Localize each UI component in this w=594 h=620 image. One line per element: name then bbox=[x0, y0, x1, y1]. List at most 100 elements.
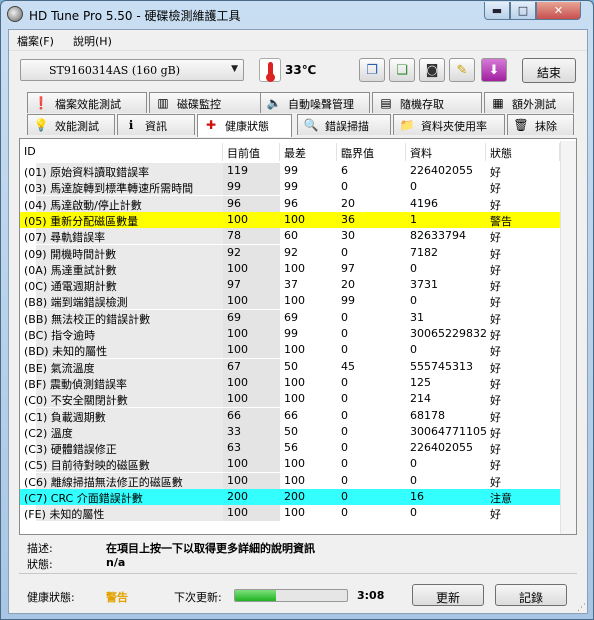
cell-id: (0C) 通電週期計數 bbox=[24, 280, 117, 294]
screenshot-camera-icon: ◙ bbox=[425, 62, 439, 78]
table-row[interactable]: (FE) 未知的屬性 100 100 0 0 好 bbox=[20, 505, 560, 522]
cell-id: (07) 尋軌錯誤率 bbox=[24, 231, 106, 245]
cell-status: 好 bbox=[490, 231, 501, 245]
col-header-data[interactable]: 資料 bbox=[406, 143, 486, 161]
col-header-id[interactable]: ID bbox=[20, 143, 223, 161]
col-header-current[interactable]: 目前值 bbox=[223, 143, 280, 161]
cell-id: (C0) 不安全關閉計數 bbox=[24, 394, 128, 408]
cell-status: 好 bbox=[490, 182, 501, 196]
table-row[interactable]: (C2) 溫度 33 50 0 30064771105 好 bbox=[20, 423, 560, 440]
cell-id: (C7) CRC 介面錯誤計數 bbox=[24, 492, 143, 505]
tab-erase[interactable]: 🗑 抹除 bbox=[507, 114, 574, 135]
tab-info[interactable]: ℹ 資訊 bbox=[117, 114, 195, 135]
tab-extra-tests[interactable]: ▦ 額外測試 bbox=[484, 92, 574, 113]
cell-data: 555745313 bbox=[410, 359, 473, 373]
cell-status: 好 bbox=[490, 377, 501, 391]
tab-aam[interactable]: 🔈 自動噪聲管理 bbox=[260, 92, 370, 113]
tab-folder-usage[interactable]: 📁 資料夾使用率 bbox=[393, 114, 505, 135]
cell-current: 78 bbox=[227, 229, 241, 243]
tab-benchmark[interactable]: 💡 效能測試 bbox=[27, 114, 115, 135]
table-row[interactable]: (0C) 通電週期計數 97 37 20 3731 好 bbox=[20, 277, 560, 294]
cell-threshold: 0 bbox=[341, 424, 348, 438]
table-row[interactable]: (C7) CRC 介面錯誤計數 200 200 0 16 注意 bbox=[20, 489, 560, 505]
table-row[interactable]: (05) 重新分配磁區數量 100 100 36 1 警告 bbox=[20, 211, 560, 228]
toolbar: ST9160314AS (160 gB) ▼ 33℃ ❐ ❏ ◙ ✎ ⬇ 結束 bbox=[9, 52, 587, 90]
table-row[interactable]: (BE) 氣流溫度 67 50 45 555745313 好 bbox=[20, 358, 560, 375]
close-button[interactable]: ✕ bbox=[536, 2, 581, 20]
menu-file[interactable]: 檔案(F) bbox=[17, 33, 54, 49]
options-button[interactable]: ✎ bbox=[449, 58, 475, 82]
vertical-scrollbar[interactable] bbox=[560, 141, 576, 534]
table-row[interactable]: (C6) 離線掃描無法修正的磁區數 100 100 0 0 好 bbox=[20, 472, 560, 489]
cell-threshold: 20 bbox=[341, 278, 355, 292]
tab-health[interactable]: ✚ 健康狀態 bbox=[197, 114, 292, 137]
drive-select[interactable]: ST9160314AS (160 gB) ▼ bbox=[20, 59, 244, 81]
magnifier-icon: 🔍 bbox=[303, 118, 319, 132]
cell-current: 97 bbox=[227, 278, 241, 292]
cell-threshold: 0 bbox=[341, 473, 348, 487]
cell-id: (C2) 溫度 bbox=[24, 426, 73, 440]
cell-data: 125 bbox=[410, 375, 431, 389]
health-status-value: 警告 bbox=[106, 591, 128, 604]
chart-icon: ▦ bbox=[492, 96, 504, 110]
exit-button[interactable]: 結束 bbox=[522, 58, 576, 83]
table-row[interactable]: (01) 原始資料讀取錯誤率 119 99 6 226402055 好 bbox=[20, 163, 560, 179]
tab-strip: ❗ 檔案效能測試 ▥ 磁碟監控 🔈 自動噪聲管理 ▤ 隨機存取 ▦ 額外測試 💡 bbox=[9, 92, 587, 138]
cell-status: 注意 bbox=[490, 492, 512, 505]
health-status-label: 健康狀態: bbox=[27, 591, 75, 604]
copy-text-button[interactable]: ❐ bbox=[359, 58, 385, 82]
description-label: 描述: bbox=[27, 542, 53, 555]
cell-current: 67 bbox=[227, 359, 241, 373]
table-row[interactable]: (C5) 目前待對映的磁區數 100 100 0 0 好 bbox=[20, 456, 560, 473]
table-row[interactable]: (BB) 無法校正的錯誤計數 69 69 0 31 好 bbox=[20, 309, 560, 326]
cell-id: (01) 原始資料讀取錯誤率 bbox=[24, 166, 150, 179]
log-button[interactable]: 記錄 bbox=[495, 584, 567, 606]
table-row[interactable]: (BD) 未知的屬性 100 100 0 0 好 bbox=[20, 342, 560, 359]
download-button[interactable]: ⬇ bbox=[481, 58, 507, 82]
title-bar[interactable]: HD Tune Pro 5.50 - 硬碟檢測維護工具 ▬ □ ✕ bbox=[1, 1, 593, 28]
cell-threshold: 0 bbox=[341, 408, 348, 422]
table-row[interactable]: (BC) 指令逾時 100 99 0 30065229832 好 bbox=[20, 326, 560, 342]
menu-help[interactable]: 說明(H) bbox=[73, 33, 112, 49]
chevron-down-icon: ▼ bbox=[231, 64, 238, 74]
info-area: 描述: 在項目上按一下以取得更多詳細的說明資訊 狀態: n/a bbox=[19, 536, 577, 576]
table-row[interactable]: (03) 馬達旋轉到標準轉速所需時間 99 99 0 0 好 bbox=[20, 179, 560, 196]
table-row[interactable]: (C3) 硬體錯誤修正 63 56 0 226402055 好 bbox=[20, 440, 560, 457]
cell-threshold: 20 bbox=[341, 196, 355, 210]
cell-status: 好 bbox=[490, 426, 501, 440]
maximize-button[interactable]: □ bbox=[510, 2, 536, 20]
table-row[interactable]: (C1) 負載週期數 66 66 0 68178 好 bbox=[20, 407, 560, 424]
table-row[interactable]: (B8) 端到端錯誤檢測 100 100 99 0 好 bbox=[20, 293, 560, 310]
tab-error-scan[interactable]: 🔍 錯誤掃描 bbox=[297, 114, 391, 135]
cell-id: (BF) 震動偵測錯誤率 bbox=[24, 377, 127, 391]
col-header-status[interactable]: 狀態 bbox=[486, 143, 560, 161]
col-header-threshold[interactable]: 臨界值 bbox=[337, 143, 406, 161]
cell-status: 好 bbox=[490, 312, 501, 326]
cell-id: (09) 開機時間計數 bbox=[24, 247, 117, 261]
cell-current: 99 bbox=[227, 180, 241, 194]
tab-file-benchmark[interactable]: ❗ 檔案效能測試 bbox=[27, 92, 147, 113]
minimize-button[interactable]: ▬ bbox=[484, 2, 510, 20]
client-area: 檔案(F) 說明(H) ST9160314AS (160 gB) ▼ 33℃ ❐… bbox=[8, 29, 588, 614]
refresh-button[interactable]: 更新 bbox=[412, 584, 484, 606]
screenshot-button[interactable]: ◙ bbox=[419, 58, 445, 82]
tab-disk-monitor[interactable]: ▥ 磁碟監控 bbox=[149, 92, 261, 113]
col-header-worst[interactable]: 最差 bbox=[280, 143, 337, 161]
table-row[interactable]: (C0) 不安全關閉計數 100 100 0 214 好 bbox=[20, 391, 560, 408]
cell-current: 100 bbox=[227, 457, 248, 471]
copy-info-button[interactable]: ❏ bbox=[389, 58, 415, 82]
tab-random-access[interactable]: ▤ 隨機存取 bbox=[372, 92, 482, 113]
resize-grip[interactable]: ⋰ bbox=[577, 603, 586, 613]
cell-threshold: 0 bbox=[341, 310, 348, 324]
table-row[interactable]: (BF) 震動偵測錯誤率 100 100 0 125 好 bbox=[20, 374, 560, 391]
cell-data: 0 bbox=[410, 294, 417, 308]
cell-data: 30065229832 bbox=[410, 327, 487, 340]
cell-current: 100 bbox=[227, 343, 248, 357]
table-row[interactable]: (0A) 馬達重試計數 100 100 97 0 好 bbox=[20, 260, 560, 277]
table-row[interactable]: (09) 開機時間計數 92 92 0 7182 好 bbox=[20, 244, 560, 261]
table-row[interactable]: (04) 馬達啟動/停止計數 96 96 20 4196 好 bbox=[20, 195, 560, 212]
cell-worst: 100 bbox=[284, 343, 305, 357]
table-row[interactable]: (07) 尋軌錯誤率 78 60 30 82633794 好 bbox=[20, 228, 560, 245]
cell-data: 30064771105 bbox=[410, 424, 487, 438]
cell-status: 好 bbox=[490, 394, 501, 408]
